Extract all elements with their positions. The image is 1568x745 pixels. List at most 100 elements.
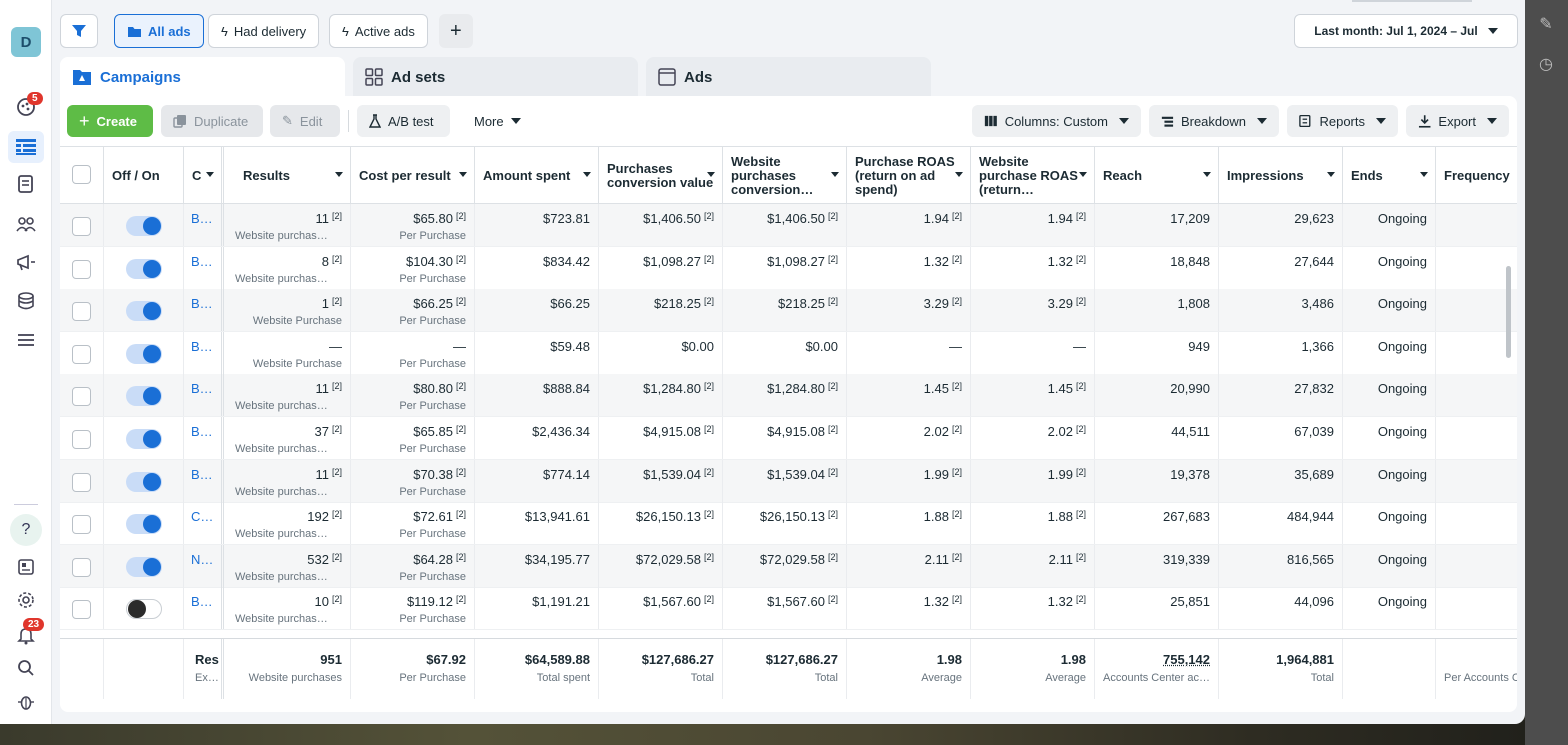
campaign-toggle[interactable] (126, 514, 162, 535)
campaign-toggle[interactable] (126, 343, 162, 364)
table-row[interactable]: B… 1 [2] Website Purchase $66.25 [2] Per Purch… (60, 289, 1517, 333)
pages-icon[interactable] (13, 171, 39, 197)
duplicate-button[interactable]: Duplicate (161, 105, 263, 137)
news-feed-icon[interactable] (13, 554, 39, 580)
view-had-delivery-button[interactable]: ϟ Had delivery (208, 14, 320, 48)
row-checkbox[interactable] (72, 515, 91, 535)
table-row[interactable]: B… 8 [2] Website purchas… $104.30 [2] Per Purc… (60, 246, 1517, 290)
column-header-pcv[interactable]: Purchases conversion value (599, 147, 723, 204)
campaign-name-link[interactable]: N… (191, 552, 213, 567)
campaign-name-link[interactable]: B… (191, 381, 213, 396)
row-checkbox[interactable] (72, 259, 91, 279)
create-button[interactable]: + Create (67, 105, 153, 137)
campaign-toggle[interactable] (126, 386, 162, 407)
campaign-name-link[interactable]: B… (191, 594, 213, 609)
column-header-ends[interactable]: Ends (1343, 147, 1436, 204)
table-row[interactable]: B… 11 [2] Website purchas… $65.80 [2] Per Purc… (60, 204, 1517, 247)
sort-arrow-icon[interactable] (1327, 172, 1335, 177)
account-avatar[interactable]: D (11, 27, 41, 57)
row-checkbox[interactable] (72, 387, 91, 407)
tab-campaigns[interactable]: Campaigns (60, 57, 345, 97)
column-header-impressions[interactable]: Impressions (1219, 147, 1343, 204)
column-header-name[interactable]: C (184, 147, 224, 204)
sort-arrow-icon[interactable] (1203, 172, 1211, 177)
column-header-offon[interactable]: Off / On (104, 147, 184, 204)
ends-value: Ongoing (1377, 509, 1427, 525)
edit-button[interactable]: ✎ Edit (270, 105, 340, 137)
row-checkbox[interactable] (72, 430, 91, 449)
clock-icon[interactable]: ◷ (1537, 54, 1555, 73)
cell-impressions: 27,644 (1219, 246, 1343, 289)
help-icon[interactable]: ? (10, 514, 42, 546)
column-header-spent[interactable]: Amount spent (475, 147, 599, 204)
pencil-icon[interactable]: ✎ (1537, 14, 1555, 33)
filter-button[interactable] (60, 14, 98, 48)
ab-test-button[interactable]: A/B test (357, 105, 450, 137)
campaign-toggle[interactable] (126, 599, 162, 620)
table-row[interactable]: B… 11 [2] Website purchas… $70.38 [2] Per Purc… (60, 459, 1517, 503)
campaign-name-link[interactable]: B… (191, 467, 213, 482)
audiences-icon[interactable] (13, 211, 39, 237)
campaign-megaphone-icon[interactable] (13, 250, 39, 276)
row-checkbox[interactable] (72, 600, 91, 620)
column-header-cpr[interactable]: Cost per result (351, 147, 475, 204)
tab-ad-sets[interactable]: Ad sets (353, 57, 638, 97)
sort-arrow-icon[interactable] (206, 172, 214, 177)
campaign-toggle[interactable] (126, 556, 162, 577)
settings-gear-icon[interactable] (13, 587, 39, 613)
vertical-scrollbar[interactable] (1506, 266, 1511, 358)
row-checkbox[interactable] (72, 472, 91, 492)
column-header-wproas[interactable]: Website purchase ROAS (return… (971, 147, 1095, 204)
column-header-wpcv[interactable]: Website purchases conversion… (723, 147, 847, 204)
row-checkbox[interactable] (72, 557, 91, 577)
campaign-toggle[interactable] (126, 216, 162, 236)
export-dropdown[interactable]: Export (1406, 105, 1509, 137)
row-checkbox[interactable] (72, 344, 91, 364)
column-header-results[interactable]: Results (227, 147, 351, 204)
campaign-toggle[interactable] (126, 301, 162, 322)
column-header-reach[interactable]: Reach (1095, 147, 1219, 204)
billing-stack-icon[interactable] (13, 288, 39, 314)
table-row[interactable]: B… 37 [2] Website purchas… $65.85 [2] Per Purc… (60, 417, 1517, 460)
more-dropdown[interactable]: More (462, 105, 533, 137)
table-row[interactable]: B… — Website Purchase — Per Purchase $59.48 $0… (60, 331, 1517, 375)
sort-arrow-icon[interactable] (707, 172, 715, 177)
add-view-button[interactable]: + (439, 14, 473, 48)
campaign-name-link[interactable]: B… (191, 339, 213, 354)
sort-arrow-icon[interactable] (1079, 172, 1087, 177)
sort-arrow-icon[interactable] (335, 172, 343, 177)
campaign-toggle[interactable] (126, 471, 162, 492)
campaign-toggle[interactable] (126, 429, 162, 449)
reports-dropdown[interactable]: Reports (1287, 105, 1398, 137)
sort-arrow-icon[interactable] (459, 172, 467, 177)
campaign-name-link[interactable]: B… (191, 424, 213, 439)
campaign-toggle[interactable] (126, 258, 162, 279)
columns-dropdown[interactable]: Columns: Custom (972, 105, 1141, 137)
campaign-name-link[interactable]: C… (191, 509, 213, 524)
row-checkbox[interactable] (72, 302, 91, 322)
sort-arrow-icon[interactable] (583, 172, 591, 177)
table-row[interactable]: C… 192 [2] Website purchas… $72.61 [2] Per Pur… (60, 502, 1517, 546)
table-row[interactable]: N… 532 [2] Website purchas… $64.28 [2] Per Pur… (60, 544, 1517, 588)
campaign-name-link[interactable]: B… (191, 296, 213, 311)
search-icon[interactable] (13, 655, 39, 681)
campaign-name-link[interactable]: B… (191, 211, 213, 226)
sort-arrow-icon[interactable] (831, 172, 839, 177)
sort-arrow-icon[interactable] (1420, 172, 1428, 177)
column-header-frequency[interactable]: Frequency (1436, 147, 1517, 204)
select-all-checkbox[interactable] (72, 165, 91, 184)
tab-ads[interactable]: Ads (646, 57, 931, 97)
column-header-proas[interactable]: Purchase ROAS (return on ad spend) (847, 147, 971, 204)
view-active-ads-button[interactable]: ϟ Active ads (329, 14, 428, 48)
table-row[interactable]: B… 11 [2] Website purchas… $80.80 [2] Per Purc… (60, 374, 1517, 418)
table-row[interactable]: B… 10 [2] Website purchas… $119.12 [2] Per Pur… (60, 587, 1517, 631)
breakdown-dropdown[interactable]: Breakdown (1149, 105, 1279, 137)
menu-icon[interactable] (13, 327, 39, 353)
row-checkbox[interactable] (72, 217, 91, 236)
campaign-name-link[interactable]: B… (191, 254, 213, 269)
ads-table-icon[interactable] (8, 131, 44, 163)
view-all-ads-button[interactable]: All ads (114, 14, 204, 48)
bug-report-icon[interactable] (13, 689, 39, 715)
date-range-picker[interactable]: Last month: Jul 1, 2024 – Jul (1294, 14, 1518, 48)
sort-arrow-icon[interactable] (955, 172, 963, 177)
